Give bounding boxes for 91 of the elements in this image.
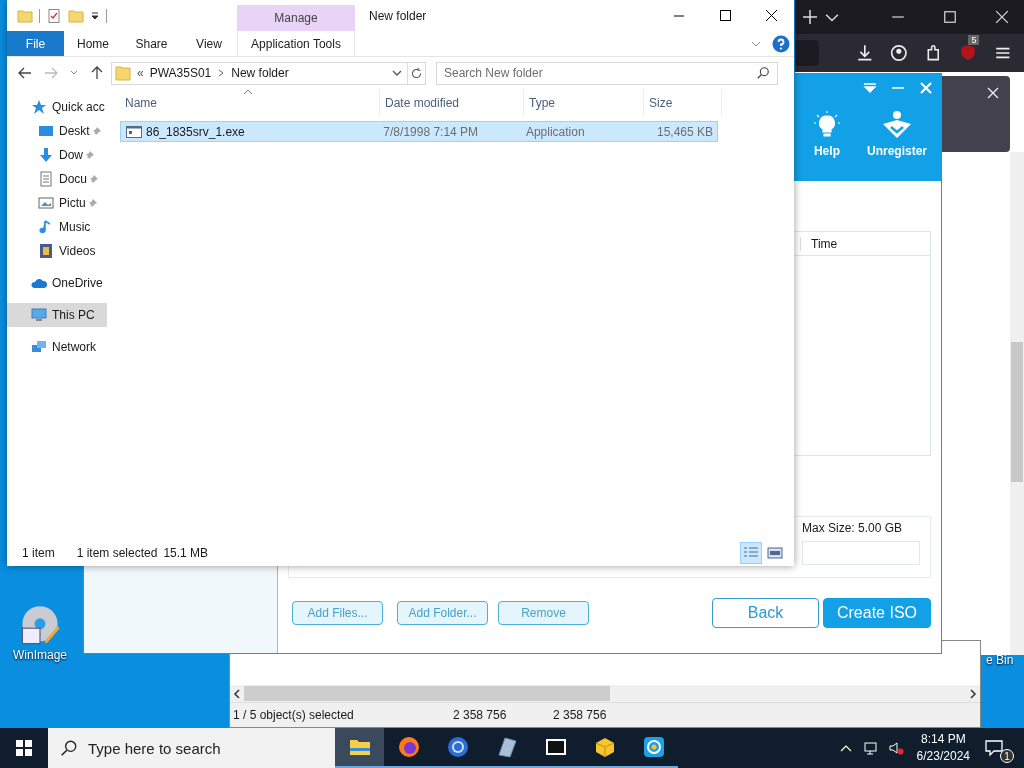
browser-icon [445,735,470,759]
overflow-chevron[interactable]: « [137,66,144,80]
search-icon [756,65,770,80]
status-text: 1 / 5 object(s) selected [232,708,355,722]
browser-icon [396,735,421,759]
thumbnail-icon [767,546,783,560]
network-icon[interactable] [862,740,879,756]
navigation-item[interactable]: Docu [7,167,107,191]
new-tab-icon[interactable] [803,10,817,24]
chevron-right-icon[interactable] [217,68,226,78]
table-cell-text: Application [524,124,586,139]
ribbon-tab[interactable]: Share [122,31,181,56]
table-cell-text: 7/8/1998 7:14 PM [382,124,480,139]
ribbon-tab[interactable]: View [181,31,237,56]
chevron-down-icon[interactable] [392,68,402,78]
navigation-item[interactable]: Dow [7,143,107,167]
taskbar-app-button[interactable] [335,728,384,768]
navigation-item[interactable]: Quick acc [7,95,107,119]
star-icon [31,99,47,115]
status-text: 2 358 756 [552,708,607,722]
column-header[interactable]: Size [644,89,722,117]
file-row[interactable]: 86_1835srv_1.exe 7/8/1998 7:14 PM Application 15,465 KB [120,121,718,142]
pin-icon [87,198,98,208]
dropdown-icon[interactable] [863,82,877,94]
file-name: 86_1835srv_1.exe [146,124,245,139]
navigation-item[interactable]: OneDrive [7,271,107,295]
maximize-icon[interactable] [943,10,957,24]
navigation-item[interactable]: Deskt [7,119,107,143]
network-icon [31,339,47,355]
navigation-item[interactable]: Pictu [7,191,107,215]
clock-date[interactable]: 6/23/2024 [916,748,970,765]
account-icon[interactable] [890,44,908,62]
download-icon[interactable] [855,44,874,62]
table-cell-text: 15,465 KB [655,124,714,139]
search-icon [60,739,78,757]
ribbon-tab[interactable]: Application Tools [237,31,355,56]
max-size-label: Max Size: 5.00 GB [802,521,904,535]
pin-icon [89,174,99,184]
column-header[interactable]: Type [524,89,644,117]
horizontal-scrollbar[interactable] [230,685,980,702]
address-field[interactable] [795,40,819,66]
up-arrow-icon[interactable] [89,65,105,81]
properties-icon[interactable] [46,7,62,24]
navigation-item[interactable]: Music [7,215,107,239]
ribbon-tab[interactable]: File [7,31,64,56]
navigation-item[interactable]: This PC [7,303,107,327]
breadcrumb-item[interactable]: PWA35S01 [149,66,212,80]
window-title: New folder [368,8,428,23]
pin-icon [91,126,102,136]
search-field[interactable]: Search New folder [436,61,778,85]
document-icon [38,171,54,187]
picture-icon [38,195,54,211]
notification-center-button[interactable]: 1 [984,733,1014,763]
help-icon[interactable] [772,34,790,53]
app-icon [641,735,666,759]
taskbar-search-field[interactable]: Type here to search [48,728,335,768]
speaker-muted-icon[interactable] [887,740,904,756]
desktop-icon-label[interactable]: WinImage [13,648,67,662]
back-arrow-icon[interactable] [17,65,33,81]
customize-icon[interactable] [90,10,100,21]
navigation-item[interactable]: Network [7,335,107,359]
navigation-item[interactable]: Videos [7,239,107,263]
message-icon [984,738,1004,758]
column-header[interactable]: Time [800,236,930,251]
ribbon-tab[interactable]: Home [64,31,122,56]
desktop-icon-label[interactable]: e Bin [986,653,1014,667]
clock-time[interactable]: 8:14 PM [920,731,966,748]
download-icon [38,147,54,163]
item-count: 1 item [22,546,55,560]
desktop-icon [38,123,54,139]
folder-icon [115,65,131,81]
column-header[interactable]: Name [120,89,380,117]
sort-caret-icon [243,89,253,95]
contextual-tab-group: Manage [237,5,355,31]
close-icon[interactable] [995,10,1009,24]
computer-icon [31,307,47,323]
selection-count: 1 item selected [76,546,158,560]
status-text: 2 358 756 [452,708,508,722]
shield-icon[interactable] [959,42,978,61]
address-bar[interactable]: « PWA35S01 New folder [111,61,426,85]
pin-icon [85,150,95,160]
notification-count: 1 [1000,749,1014,763]
film-icon [38,243,54,259]
breadcrumb-item[interactable]: New folder [231,66,289,80]
extension-badge: 5 [968,34,980,45]
application-icon [126,125,142,138]
column-header[interactable]: Date modified [380,89,524,117]
list-icon [743,546,759,560]
scrollbar[interactable] [1010,152,1024,655]
close-icon[interactable] [987,87,999,99]
selection-size: 15.1 MB [163,546,209,560]
